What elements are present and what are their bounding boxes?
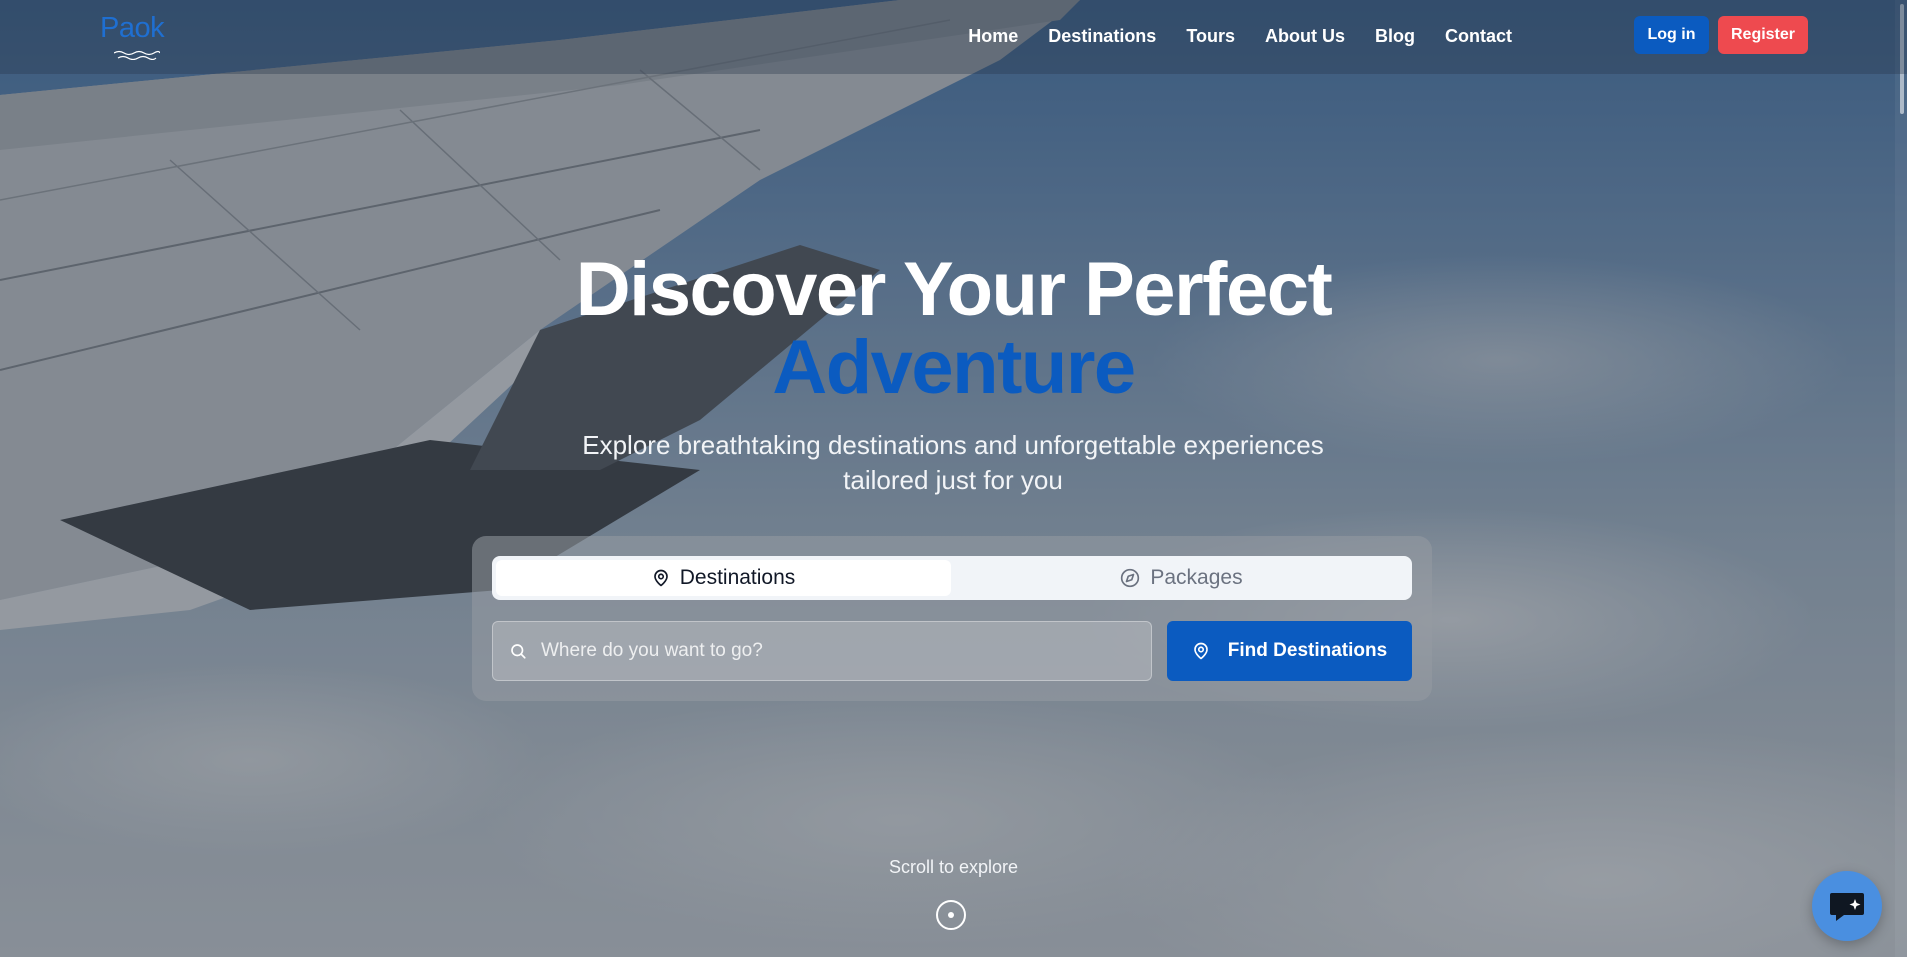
map-pin-icon [1193, 642, 1208, 660]
map-pin-icon [653, 569, 668, 587]
find-destinations-button[interactable]: Find Destinations [1167, 621, 1412, 681]
register-button[interactable]: Register [1718, 16, 1808, 54]
hero-subtitle: Explore breathtaking destinations and un… [582, 430, 1324, 495]
search-icon [511, 644, 526, 659]
page-scrollbar[interactable] [1895, 0, 1907, 957]
search-field[interactable] [492, 621, 1152, 681]
hero-title-accent: Adventure [772, 325, 1136, 410]
nav-link-blog[interactable]: Blog [1375, 20, 1415, 52]
search-tabs: Destinations Packages [492, 556, 1412, 600]
nav-link-destinations[interactable]: Destinations [1048, 20, 1156, 52]
nav-link-about-us[interactable]: About Us [1265, 20, 1345, 52]
scroll-hint: Scroll to explore [888, 857, 1019, 877]
tab-packages[interactable]: Packages [955, 560, 1408, 596]
compass-icon [1121, 568, 1140, 588]
chat-bubble-icon [1830, 893, 1864, 921]
tab-destinations[interactable]: Destinations [496, 560, 951, 596]
wave-icon [114, 50, 160, 60]
search-panel: Destinations Packages Find Destinations [472, 536, 1432, 701]
hero-title: Discover Your Perfect [575, 247, 1333, 332]
find-destinations-label: Find Destinations [1227, 640, 1388, 661]
nav-link-contact[interactable]: Contact [1445, 20, 1512, 52]
search-input[interactable] [527, 622, 1151, 680]
brand-logo[interactable]: Paok [100, 10, 176, 62]
top-navbar: Paok Home Destinations Tours About Us Bl… [0, 0, 1907, 74]
scroll-indicator-icon[interactable] [936, 900, 966, 930]
login-button[interactable]: Log in [1634, 16, 1709, 54]
nav-link-tours[interactable]: Tours [1186, 20, 1235, 52]
nav-link-home[interactable]: Home [968, 20, 1018, 52]
tab-packages-label: Packages [1150, 566, 1243, 589]
scroll-indicator-dot [948, 912, 954, 918]
main-nav: Home Destinations Tours About Us Blog Co… [968, 20, 1512, 52]
tab-destinations-label: Destinations [679, 566, 796, 589]
logo-text: Paok [100, 12, 165, 44]
chat-button[interactable] [1812, 871, 1882, 941]
